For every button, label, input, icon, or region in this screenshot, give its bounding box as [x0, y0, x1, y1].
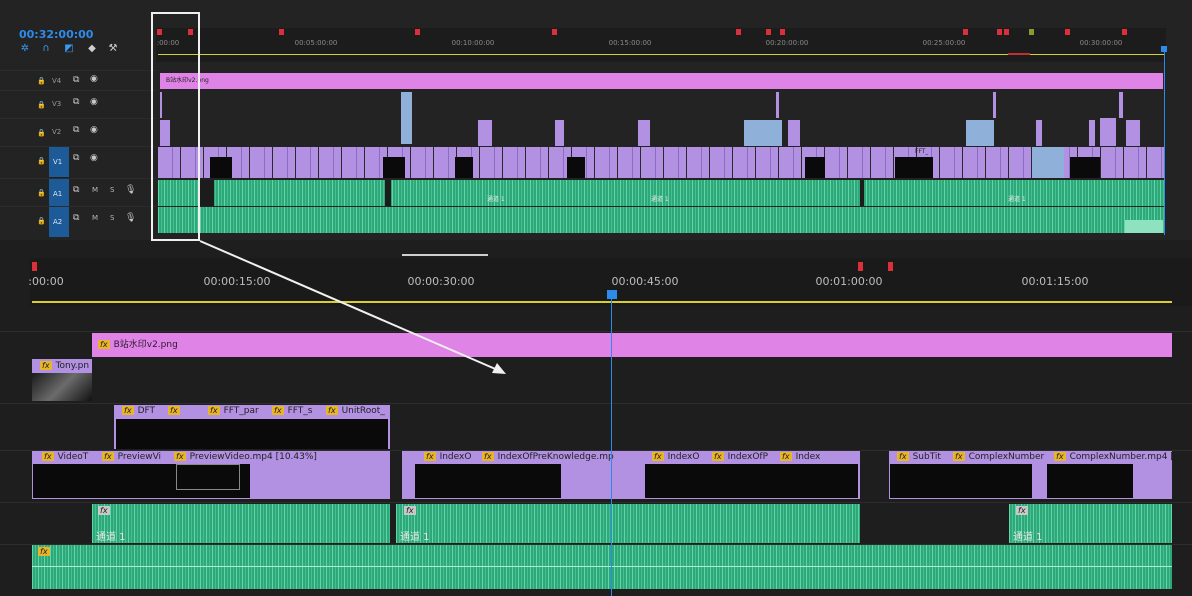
zoom-arrow-annotation — [199, 240, 506, 374]
